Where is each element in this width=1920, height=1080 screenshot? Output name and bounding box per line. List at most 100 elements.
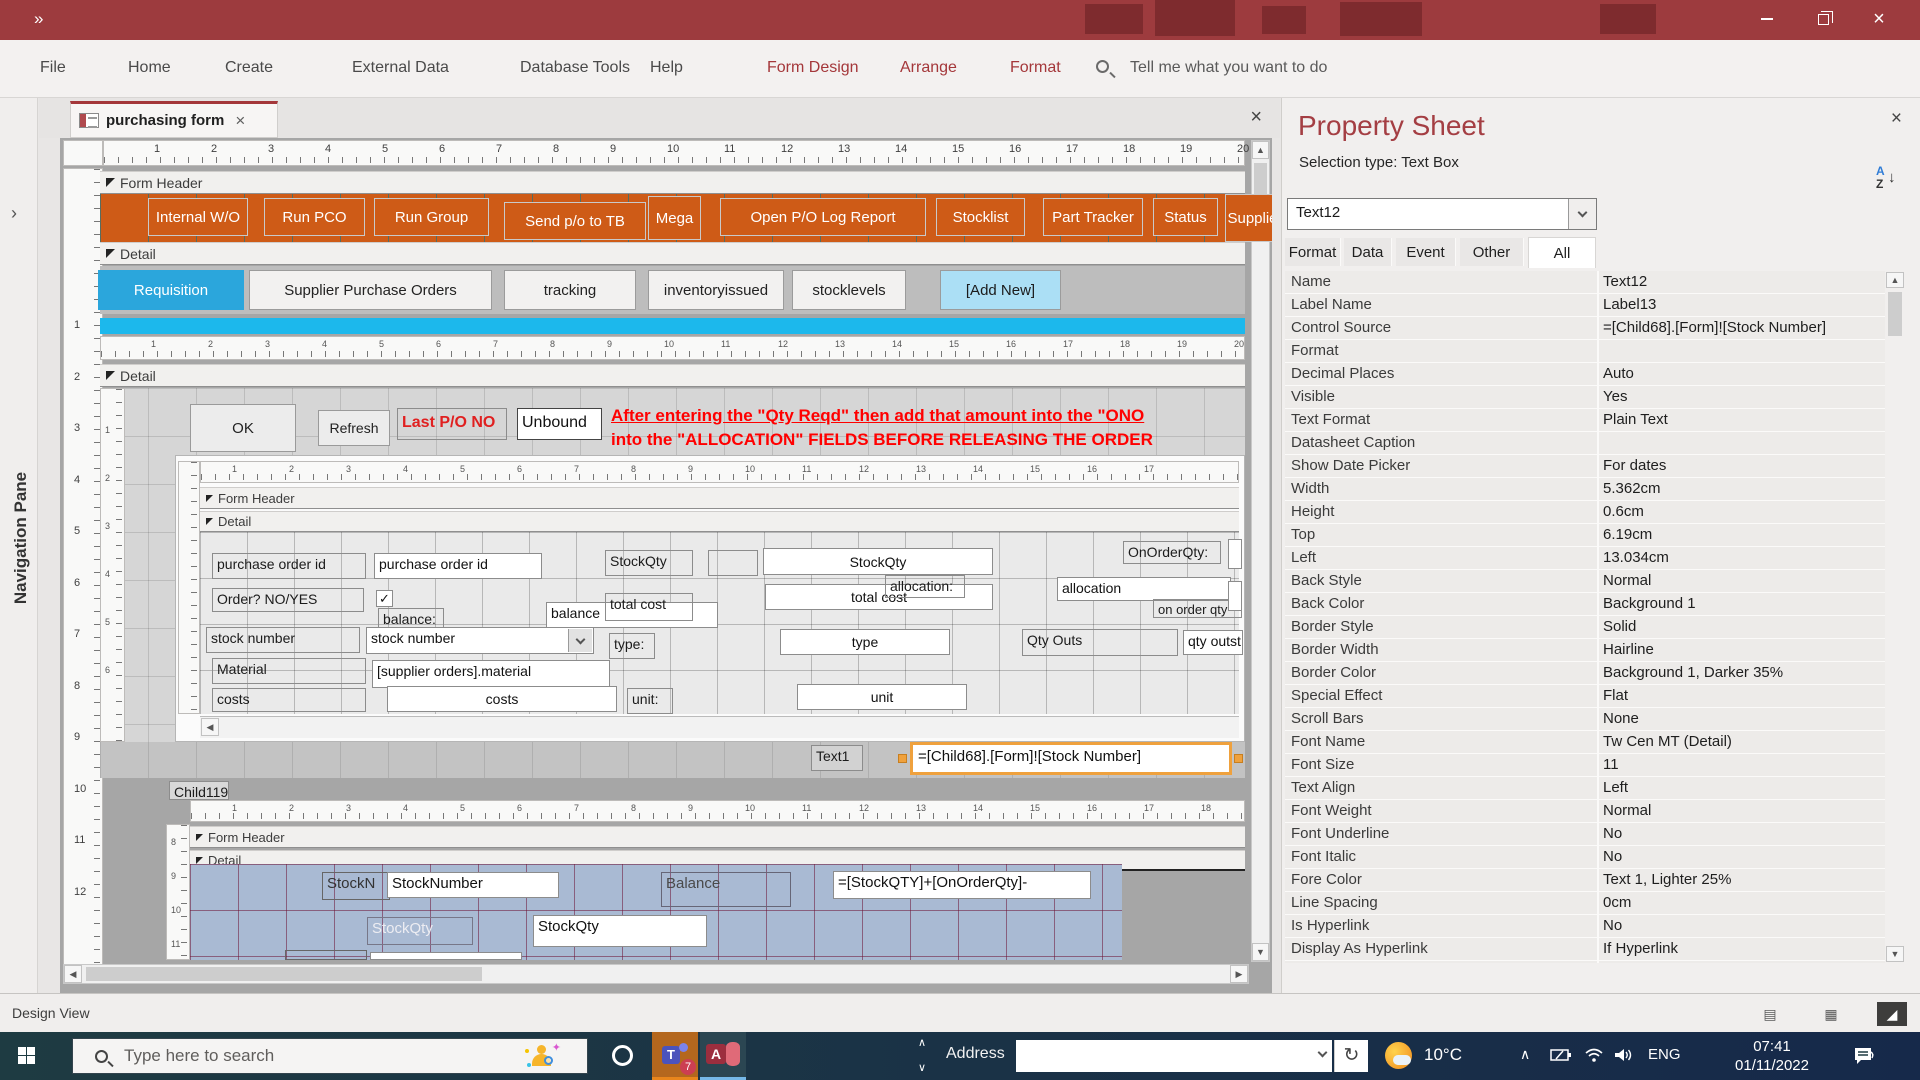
scroll-up-icon[interactable]: ▲ <box>1886 272 1904 288</box>
allocation-textbox[interactable]: allocation <box>1057 577 1231 601</box>
child119-label[interactable]: Child119: <box>169 781 229 800</box>
property-row-format[interactable]: Format <box>1285 340 1885 363</box>
property-row-datasheet-caption[interactable]: Datasheet Caption <box>1285 432 1885 455</box>
property-value[interactable]: Auto <box>1603 365 1879 382</box>
form-header-section-bar[interactable]: Form Header <box>100 171 1245 194</box>
expand-nav-pane-icon[interactable]: › <box>11 203 17 224</box>
scroll-up-icon[interactable]: ▲ <box>1252 141 1269 159</box>
property-value[interactable]: Text 1, Lighter 25% <box>1603 871 1879 888</box>
property-value[interactable]: If Hyperlink <box>1603 940 1879 957</box>
property-row-is-hyperlink[interactable]: Is HyperlinkNo <box>1285 915 1885 938</box>
text1-label[interactable]: Text1 <box>811 745 863 771</box>
property-value[interactable]: 5.362cm <box>1603 480 1879 497</box>
property-row-back-style[interactable]: Back StyleNormal <box>1285 570 1885 593</box>
property-row-control-source[interactable]: Control Source=[Child68].[Form]![Stock N… <box>1285 317 1885 340</box>
material-textbox[interactable]: [supplier orders].material <box>372 660 610 688</box>
costs-textbox[interactable]: costs <box>387 686 617 712</box>
property-value[interactable]: 0.6cm <box>1603 503 1879 520</box>
property-value[interactable]: 13.034cm <box>1603 549 1879 566</box>
battery-icon[interactable] <box>1550 1048 1572 1062</box>
restore-button[interactable] <box>1795 0 1851 38</box>
property-value[interactable]: Text12 <box>1603 273 1879 290</box>
teams-taskbar-icon[interactable]: T 7 <box>652 1032 698 1080</box>
access-taskbar-icon[interactable]: A <box>700 1032 746 1080</box>
property-row-font-italic[interactable]: Font ItalicNo <box>1285 846 1885 869</box>
stockqty-textbox[interactable]: StockQty <box>763 548 993 575</box>
property-sheet-close-icon[interactable]: × <box>1891 108 1902 130</box>
property-row-text-format[interactable]: Text FormatPlain Text <box>1285 409 1885 432</box>
document-close-icon[interactable]: × <box>1250 106 1262 129</box>
qty-outstanding-textbox[interactable]: qty outst <box>1183 630 1243 655</box>
nav-tab-inventoryissued[interactable]: inventoryissued <box>648 270 784 310</box>
property-value[interactable]: 0cm <box>1603 894 1879 911</box>
clipped-textbox[interactable] <box>1228 539 1242 569</box>
action-center-icon[interactable] <box>1852 1044 1876 1068</box>
menu-tab-help[interactable]: Help <box>650 59 683 77</box>
balance-formula-textbox[interactable]: =[StockQTY]+[OnOrderQty]- <box>833 871 1091 899</box>
property-row-text-align[interactable]: Text AlignLeft <box>1285 777 1885 800</box>
nav-tab-supplier-purchase-orders[interactable]: Supplier Purchase Orders <box>249 270 492 310</box>
menu-tab-arrange[interactable]: Arrange <box>900 59 957 77</box>
header-button-open-p-o-log-report[interactable]: Open P/O Log Report <box>720 198 926 236</box>
property-row-fore-color[interactable]: Fore ColorText 1, Lighter 25% <box>1285 869 1885 892</box>
header-button-internal-w-o[interactable]: Internal W/O <box>148 198 248 236</box>
header-button-part-tracker[interactable]: Part Tracker <box>1043 198 1143 236</box>
scroll-left-icon[interactable]: ◀ <box>64 965 82 983</box>
canvas-vscrollbar[interactable]: ▲ ▼ <box>1251 140 1270 962</box>
combo-dropdown-button[interactable] <box>568 629 592 652</box>
header-button-stocklist[interactable]: Stocklist <box>936 198 1025 236</box>
property-row-font-name[interactable]: Font NameTw Cen MT (Detail) <box>1285 731 1885 754</box>
menu-tab-file[interactable]: File <box>40 59 66 77</box>
selection-handle[interactable] <box>1234 754 1243 763</box>
scroll-down-icon[interactable]: ▼ <box>1886 946 1904 962</box>
wifi-icon[interactable] <box>1584 1047 1604 1063</box>
hscroll-thumb[interactable] <box>86 967 482 981</box>
property-row-label-name[interactable]: Label NameLabel13 <box>1285 294 1885 317</box>
subform-detail-bar[interactable]: Detail <box>100 364 1245 387</box>
temperature-label[interactable]: 10°C <box>1424 1045 1462 1065</box>
property-tab-all[interactable]: All <box>1528 237 1596 268</box>
property-value[interactable]: 6.19cm <box>1603 526 1879 543</box>
header-button-supplier[interactable]: Supplier <box>1225 194 1272 242</box>
menu-tab-create[interactable]: Create <box>225 59 273 77</box>
nested-subform-hscrollbar[interactable]: ◀ <box>200 716 1239 738</box>
header-button-mega[interactable]: Mega <box>648 196 701 240</box>
property-value[interactable]: Flat <box>1603 687 1879 704</box>
refresh-icon[interactable]: ↻ <box>1334 1040 1368 1072</box>
menu-tab-external-data[interactable]: External Data <box>352 59 449 77</box>
property-value[interactable]: Solid <box>1603 618 1879 635</box>
menu-tab-home[interactable]: Home <box>128 59 171 77</box>
purchase-order-id-textbox[interactable]: purchase order id <box>374 553 542 579</box>
design-view-button[interactable]: ◢ <box>1877 1002 1907 1026</box>
property-value[interactable]: For dates <box>1603 457 1879 474</box>
nav-tab-requisition[interactable]: Requisition <box>98 270 244 310</box>
search-highlights-icon[interactable]: ✦ <box>525 1043 559 1071</box>
property-row-scroll-bars[interactable]: Scroll BarsNone <box>1285 708 1885 731</box>
property-row-height[interactable]: Height0.6cm <box>1285 501 1885 524</box>
property-value[interactable]: 11 <box>1603 756 1879 773</box>
property-tab-format[interactable]: Format <box>1285 238 1341 266</box>
property-row-border-color[interactable]: Border ColorBackground 1, Darker 35% <box>1285 662 1885 685</box>
property-row-font-underline[interactable]: Font UnderlineNo <box>1285 823 1885 846</box>
property-row-line-spacing[interactable]: Line Spacing0cm <box>1285 892 1885 915</box>
property-tab-data[interactable]: Data <box>1344 238 1392 266</box>
property-row-border-width[interactable]: Border WidthHairline <box>1285 639 1885 662</box>
unbound-textbox[interactable]: Unbound <box>517 408 602 440</box>
text1-selected-textbox[interactable]: =[Child68].[Form]![Stock Number] <box>910 742 1232 775</box>
datasheet-view-button[interactable]: ▦ <box>1816 1002 1846 1026</box>
stocknumber-textbox[interactable]: StockNumber <box>387 872 559 898</box>
stockqty-bottom-textbox[interactable]: StockQty <box>533 915 707 947</box>
nav-tab--add-new-[interactable]: [Add New] <box>940 270 1061 310</box>
property-row-name[interactable]: NameText12 <box>1285 271 1885 294</box>
menu-tab-format[interactable]: Format <box>1010 59 1061 77</box>
clipped-textbox[interactable] <box>370 952 522 960</box>
property-value[interactable]: No <box>1603 917 1879 934</box>
type-textbox[interactable]: type <box>780 629 950 655</box>
header-button-send-p-o-to-tb[interactable]: Send p/o to TB <box>504 202 646 240</box>
quick-access-chevron-icon[interactable]: » <box>34 9 43 29</box>
pscroll-thumb[interactable] <box>1888 292 1902 336</box>
property-row-width[interactable]: Width5.362cm <box>1285 478 1885 501</box>
header-button-run-pco[interactable]: Run PCO <box>264 198 365 236</box>
bottom-form-header-bar[interactable]: Form Header <box>190 826 1245 848</box>
property-value[interactable]: Tw Cen MT (Detail) <box>1603 733 1879 750</box>
